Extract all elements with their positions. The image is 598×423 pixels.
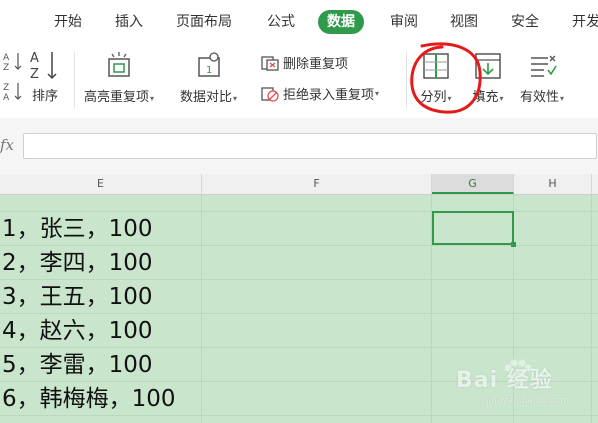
column-header-row: E F G H <box>0 174 598 195</box>
data-compare-button[interactable]: 1 数据对比▾ <box>180 50 237 105</box>
reject-duplicates-icon <box>261 86 279 102</box>
svg-text:A: A <box>3 93 10 102</box>
tab-security[interactable]: 安全 <box>511 10 539 34</box>
reject-duplicate-entry-button[interactable]: 拒绝录入重复项 ▾ <box>260 84 379 103</box>
remove-duplicates-icon <box>261 55 279 71</box>
sort-desc-icon[interactable]: Z A <box>2 80 24 106</box>
svg-text:Z: Z <box>3 63 9 72</box>
cell-e1[interactable]: 1，张三，100 <box>2 212 153 246</box>
sort-button[interactable]: A Z 排序 <box>28 48 62 104</box>
tab-developer[interactable]: 开发 <box>572 10 598 34</box>
chevron-down-icon: ▾ <box>233 94 238 103</box>
data-validity-button[interactable]: 有效性▾ <box>520 50 564 105</box>
baidu-jingyan-watermark: Bai 经验 jingyan.baidu.com <box>456 356 596 412</box>
formula-bar: fx <box>0 118 598 175</box>
chevron-down-icon: ▾ <box>150 94 155 103</box>
formula-input[interactable] <box>23 133 597 159</box>
cell-e4[interactable]: 4，赵六，100 <box>2 314 153 348</box>
chevron-down-icon: ▾ <box>447 94 452 103</box>
svg-text:1: 1 <box>206 65 212 76</box>
reject-duplicates-label: 拒绝录入重复项 <box>283 88 375 103</box>
column-header-e[interactable]: E <box>0 174 202 194</box>
column-header-f[interactable]: F <box>202 174 432 194</box>
highlight-duplicates-button[interactable]: 高亮重复项▾ <box>84 50 154 105</box>
highlight-duplicates-icon <box>108 52 130 77</box>
tab-page-layout[interactable]: 页面布局 <box>176 10 232 34</box>
highlight-duplicates-label: 高亮重复项 <box>84 90 150 105</box>
active-cell-g1[interactable] <box>432 211 516 247</box>
grid-line <box>201 194 202 423</box>
chevron-down-icon: ▾ <box>560 94 565 103</box>
tab-view[interactable]: 视图 <box>450 10 478 34</box>
fill-down-icon <box>475 53 501 79</box>
column-header-h[interactable]: H <box>514 174 592 194</box>
svg-text:Z: Z <box>30 67 39 82</box>
tab-data[interactable]: 数据 <box>318 10 364 34</box>
svg-text:Z: Z <box>3 83 9 93</box>
cell-e2[interactable]: 2，李四，100 <box>2 246 153 280</box>
fill-button[interactable]: 填充▾ <box>472 50 504 105</box>
cell-e3[interactable]: 3，王五，100 <box>2 280 153 314</box>
svg-text:A: A <box>3 53 10 63</box>
watermark-url: jingyan.baidu.com <box>486 396 570 406</box>
split-columns-icon <box>423 53 449 79</box>
sort-label: 排序 <box>31 89 58 104</box>
remove-duplicates-button[interactable]: 删除重复项 <box>260 53 348 72</box>
tab-formulas[interactable]: 公式 <box>267 10 295 34</box>
column-header-g[interactable]: G <box>432 174 514 194</box>
data-compare-icon: 1 <box>197 52 220 77</box>
svg-text:A: A <box>30 51 39 66</box>
menu-bar: 开始 插入 页面布局 公式 数据 审阅 视图 安全 开发 <box>0 0 598 44</box>
fill-label: 填充 <box>472 90 499 105</box>
tab-home[interactable]: 开始 <box>54 10 82 34</box>
divider <box>74 52 75 108</box>
cell-e5[interactable]: 5，李雷，100 <box>2 348 153 382</box>
data-compare-label: 数据对比 <box>180 90 233 105</box>
tab-insert[interactable]: 插入 <box>115 10 143 34</box>
cell-e6[interactable]: 6，韩梅梅，100 <box>2 382 176 416</box>
data-validity-label: 有效性 <box>520 90 560 105</box>
chevron-down-icon: ▾ <box>375 89 380 98</box>
split-columns-button[interactable]: 分列▾ <box>420 50 452 105</box>
remove-duplicates-label: 删除重复项 <box>283 57 349 72</box>
sort-asc-icon[interactable]: A Z <box>2 50 24 76</box>
watermark-text: Bai 经验 <box>456 368 553 393</box>
tab-review[interactable]: 审阅 <box>390 10 418 34</box>
chevron-down-icon: ▾ <box>499 94 504 103</box>
spreadsheet-grid[interactable]: E F G H 1，张三，100 2，李四，100 3，王五，100 4，赵六，… <box>0 174 598 423</box>
sort-icon: A Z <box>30 51 57 82</box>
split-columns-label: 分列 <box>420 90 447 105</box>
fx-icon[interactable]: fx <box>0 136 14 154</box>
ribbon-toolbar: A Z Z A A Z 排序 高亮重复项▾ 1 数据对比▾ 删除重复项 拒绝录入… <box>0 44 598 119</box>
divider <box>406 52 407 108</box>
data-validity-icon <box>531 55 557 77</box>
